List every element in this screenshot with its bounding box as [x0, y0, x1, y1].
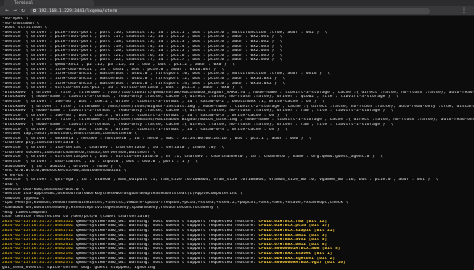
log-timestamp: 2024-02-15T16:31:27.048183Z: [2, 233, 74, 238]
log-timestamp: 2024-02-15T16:31:27.048237Z: [2, 261, 74, 266]
browser-window: Terminal ← → ↻ 192.168.1.229:3443/lxqemu…: [0, 0, 474, 270]
log-timestamp: 2024-02-15T16:31:27.048201Z: [2, 242, 74, 247]
browser-toolbar: ← → ↻ 192.168.1.229:3443/lxqemu/xterm ⋮: [0, 6, 474, 16]
log-timestamp: 2024-02-15T16:31:27.048132Z: [2, 219, 74, 224]
terminal-line: gui_send_events: spice-server bug: guest…: [2, 265, 156, 270]
cpuid-feature: CPUID.0DH:EAX.xsavec [bit 1]: [258, 252, 333, 257]
cpuid-feature: CPUID.01H:ECX.fma [bit 12]: [258, 219, 328, 224]
log-timestamp: 2024-02-15T16:31:27.048192Z: [2, 238, 74, 243]
cpuid-feature: CPUID.80000001H:ECX.abm [bit 5]: [258, 247, 341, 252]
log-timestamp: 2024-02-15T16:31:27.048171Z: [2, 229, 74, 234]
cpuid-feature: CPUID.01H:ECX.pcid [bit 17]: [258, 224, 330, 229]
forward-arrow-icon[interactable]: →: [11, 6, 19, 15]
address-bar[interactable]: 192.168.1.229:3443/lxqemu/xterm: [30, 7, 430, 14]
cpuid-feature: CPUID.07H:EBX.bmi1 [bit 3]: [258, 233, 328, 238]
terminal-log: -no-hpet \ -no-shutdown \ -boot strict=on …: [0, 16, 474, 270]
cpuid-feature: CPUID.8000000AH:EDX.vgif [bit 16]: [258, 261, 346, 266]
log-timestamp: 2024-02-15T16:31:27.048228Z: [2, 256, 74, 261]
cpuid-feature: CPUID.0DH:EAX.xgetbv1 [bit 2]: [258, 256, 336, 261]
cpuid-feature: CPUID.07H:EBX.avx2 [bit 5]: [258, 238, 328, 243]
cpuid-feature: CPUID.07H:EBX.bmi2 [bit 8]: [258, 242, 328, 247]
menu-icon[interactable]: ⋮: [460, 6, 468, 15]
cpuid-feature: CPUID.01H:ECX.x2apic [bit 21]: [258, 229, 336, 234]
terminal-output[interactable]: -no-hpet \ -no-shutdown \ -boot strict=on …: [0, 16, 474, 270]
reload-icon[interactable]: ↻: [19, 6, 27, 15]
back-arrow-icon[interactable]: ←: [3, 6, 11, 15]
log-timestamp: 2024-02-15T16:31:27.048160Z: [2, 224, 74, 229]
lock-icon: [33, 9, 36, 12]
log-timestamp: 2024-02-15T16:31:27.048210Z: [2, 247, 74, 252]
terminal-line: -device '{"driver":"qxl-vga","id":"video…: [2, 178, 439, 183]
url-text: 192.168.1.229:3443/lxqemu/xterm: [39, 7, 118, 13]
log-timestamp: 2024-02-15T16:31:27.048219Z: [2, 252, 74, 257]
